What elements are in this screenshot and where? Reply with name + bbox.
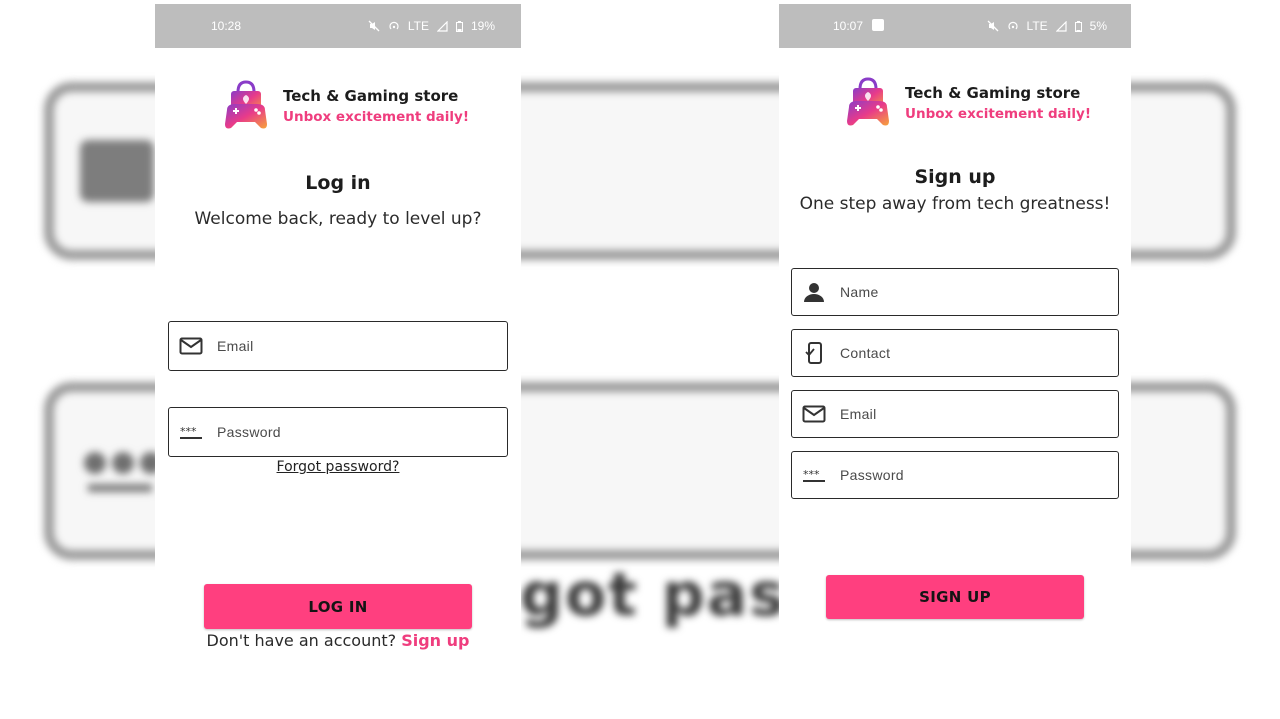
mail-icon <box>802 402 826 426</box>
password-icon: *** <box>179 420 203 444</box>
password-field[interactable]: *** <box>791 451 1119 499</box>
contact-field[interactable] <box>791 329 1119 377</box>
no-account-text: Don't have an account? <box>206 631 397 650</box>
mail-icon <box>179 334 203 358</box>
email-field[interactable] <box>791 390 1119 438</box>
forgot-password-link[interactable]: Forgot password? <box>155 459 521 475</box>
brand-tagline: Unbox excitement daily! <box>283 109 469 125</box>
brand-name: Tech & Gaming store <box>905 84 1081 102</box>
store-logo-icon <box>847 77 889 126</box>
signup-prompt: Don't have an account? Sign up <box>155 631 521 650</box>
email-input[interactable] <box>215 337 459 355</box>
store-logo-icon <box>225 80 267 129</box>
status-bar: 10:28 LTE 19% <box>155 4 521 48</box>
password-input[interactable] <box>215 423 459 441</box>
hotspot-icon <box>389 21 399 30</box>
signal-icon <box>436 20 448 32</box>
mute-icon <box>368 20 380 32</box>
battery-icon <box>1074 20 1082 32</box>
status-bar: 10:07 LTE 5% <box>779 4 1131 48</box>
battery-level: 5% <box>1089 19 1107 33</box>
svg-text:***: *** <box>180 425 197 438</box>
hotspot-icon <box>1007 21 1018 30</box>
page-subtitle: Welcome back, ready to level up? <box>194 209 482 229</box>
name-input[interactable] <box>838 283 1082 301</box>
brand-header: Tech & Gaming store Unbox excitement dai… <box>223 80 469 132</box>
background-dash <box>88 484 152 492</box>
signal-icon <box>1055 20 1067 32</box>
name-field[interactable] <box>791 268 1119 316</box>
email-input[interactable] <box>838 405 1082 423</box>
brand-name: Tech & Gaming store <box>283 87 459 105</box>
password-icon: *** <box>802 463 826 487</box>
page-subtitle: One step away from tech greatness! <box>799 194 1111 214</box>
mute-icon <box>987 20 998 32</box>
contact-input[interactable] <box>838 344 1082 362</box>
page-title: Log in <box>305 172 371 194</box>
status-icons: LTE 5% <box>987 19 1107 33</box>
page-title: Sign up <box>914 166 996 188</box>
notification-icon <box>872 19 884 31</box>
password-field[interactable]: *** <box>168 407 508 457</box>
network-label: LTE <box>407 19 429 33</box>
login-button[interactable]: LOG IN <box>204 584 472 629</box>
brand-tagline: Unbox excitement daily! <box>905 106 1091 122</box>
login-screen: 10:28 LTE 19% Tech & Gaming store Unbox … <box>155 4 521 719</box>
brand-header: Tech & Gaming store Unbox excitement dai… <box>845 77 1091 129</box>
background-mail-icon <box>80 140 154 202</box>
svg-text:***: *** <box>803 468 820 481</box>
person-icon <box>802 280 826 304</box>
network-label: LTE <box>1026 19 1048 33</box>
phone-icon <box>802 341 826 365</box>
signup-button[interactable]: SIGN UP <box>826 575 1084 619</box>
password-input[interactable] <box>838 466 1082 484</box>
status-time: 10:28 <box>211 19 242 33</box>
email-field[interactable] <box>168 321 508 371</box>
signup-link[interactable]: Sign up <box>401 631 469 650</box>
status-time: 10:07 <box>833 19 864 33</box>
status-icons: LTE 19% <box>368 19 495 33</box>
signup-screen: 10:07 LTE 5% Tech & Gaming store Unbox e… <box>779 4 1131 719</box>
battery-icon <box>455 20 463 32</box>
battery-level: 19% <box>470 19 495 33</box>
